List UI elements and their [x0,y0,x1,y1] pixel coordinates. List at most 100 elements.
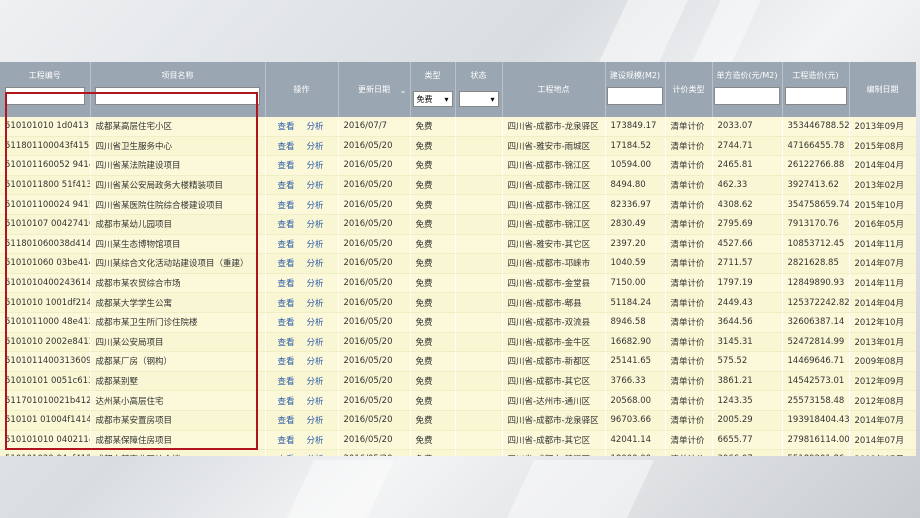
analyze-link[interactable]: 分析 [307,299,324,309]
analyze-link[interactable]: 分析 [307,338,324,348]
type-filter-select[interactable]: 免费 ▾ [412,91,453,107]
cell-unit: 4308.62 [712,194,783,215]
view-link[interactable]: 查看 [278,377,295,387]
view-link[interactable]: 查看 [278,161,295,171]
table-row[interactable]: 5101011400313609 成都某厂房（钢构） 查看 分析 2016/05/20 免… [0,351,916,372]
cell-type: 免费 [410,292,456,313]
cell-pricing: 清单计价 [665,332,713,353]
code-filter-input[interactable] [4,87,85,105]
view-link[interactable]: 查看 [278,436,295,446]
cost-filter-input[interactable] [784,87,847,105]
cell-status [455,449,503,456]
table-row[interactable]: 511801060038d414 四川某生态博物馆项目 查看 分析 2016/05/20… [0,234,916,255]
cell-prep: 2014年04月 [849,292,916,313]
analyze-link[interactable]: 分析 [307,240,324,250]
analyze-link[interactable]: 分析 [307,181,324,191]
table-row[interactable]: 511801100043f415 四川省卫生服务中心 查看 分析 2016/05/20 免… [0,136,916,157]
view-link[interactable]: 查看 [278,338,295,348]
view-link[interactable]: 查看 [278,181,295,191]
chevron-down-icon[interactable]: ⌄ [400,86,407,95]
cell-pricing: 清单计价 [665,253,713,274]
analyze-link[interactable]: 分析 [307,161,324,171]
analyze-link[interactable]: 分析 [307,259,324,269]
cell-date: 2016/05/20 [338,273,411,294]
cell-name: 成都某高层住宅小区 [90,117,266,137]
cell-type: 免费 [410,332,456,353]
cell-status [455,410,503,431]
analyze-link[interactable]: 分析 [307,142,324,152]
cell-unit: 6655.77 [712,430,783,451]
table-row[interactable]: 510101160052 9414 四川省某法院建设项目 查看 分析 2016/05/2… [0,155,916,176]
table-row[interactable]: 5101011800 51f413 四川省某公安局政务大楼精装项目 查看 分析 2016… [0,175,916,196]
table-row[interactable]: 51010101 0051c613 成都某别墅 查看 分析 2016/05/20 免费 四川… [0,371,916,392]
table-row[interactable]: 510101 01004f1414 成都市某安置房项目 查看 分析 2016/05/20… [0,410,916,431]
cell-location: 四川省-成都市-其它区 [502,371,606,392]
analyze-link[interactable]: 分析 [307,357,324,367]
analyze-link[interactable]: 分析 [307,436,324,446]
analyze-link[interactable]: 分析 [307,455,324,456]
view-link[interactable]: 查看 [278,318,295,328]
cell-location: 四川省-成都市-龙泉驿区 [502,410,606,431]
cell-prep: 2012年08月 [849,390,916,411]
view-link[interactable]: 查看 [278,357,295,367]
view-link[interactable]: 查看 [278,122,295,132]
row-actions: 查看 分析 [265,253,339,274]
cell-date: 2016/05/20 [338,410,411,431]
table-row[interactable]: 510101010 1d0413 成都某高层住宅小区 查看 分析 2016/07/7 免费… [0,117,916,137]
cell-status [455,117,503,137]
table-row[interactable]: 510101100024 9415 四川省某医院住院综合楼建设项目 查看 分析 2016… [0,194,916,215]
cell-prep: 2014年07月 [849,253,916,274]
view-link[interactable]: 查看 [278,220,295,230]
analyze-link[interactable]: 分析 [307,318,324,328]
project-table-container: 工程编号 项目名称 操作 更新日期 ⌄ 类型 免费 ▾ 状态 ▾ 工程地点 建设… [0,62,916,456]
table-row[interactable]: 5101010 1001df214 成都某大学学生公寓 查看 分析 2016/05/20… [0,292,916,313]
view-link[interactable]: 查看 [278,201,295,211]
view-link[interactable]: 查看 [278,416,295,426]
header-cost: 工程造价(元) [782,62,850,117]
row-actions: 查看 分析 [265,351,339,372]
scale-filter-input[interactable] [607,87,663,105]
view-link[interactable]: 查看 [278,240,295,250]
analyze-link[interactable]: 分析 [307,279,324,289]
cell-code: 5101011000 48e412 [0,312,91,333]
view-link[interactable]: 查看 [278,455,295,456]
name-filter-input[interactable] [95,87,260,105]
cell-date: 2016/05/20 [338,175,411,196]
header-cost-label: 工程造价(元) [792,71,839,80]
analyze-link[interactable]: 分析 [307,416,324,426]
cell-cost: 32606387.14 [782,312,850,333]
header-status: 状态 ▾ [455,62,503,117]
table-row[interactable]: 51010107 00427416 成都市某幼儿园项目 查看 分析 2016/05/20… [0,214,916,235]
table-row[interactable]: 510101010 0402114 成都某保障住房项目 查看 分析 2016/05/20… [0,430,916,451]
cell-scale: 82336.97 [605,194,666,215]
table-row[interactable]: 5101010400243614 成都市某农贸综合市场 查看 分析 2016/05/20… [0,273,916,294]
cell-cost: 193918404.43 [782,410,850,431]
cell-location: 四川省-雅安市-其它区 [502,234,606,255]
view-link[interactable]: 查看 [278,259,295,269]
cell-location: 四川省-成都市-金牛区 [502,332,606,353]
analyze-link[interactable]: 分析 [307,397,324,407]
unit-price-filter-input[interactable] [714,87,780,105]
status-filter-select[interactable]: ▾ [458,91,499,107]
header-date[interactable]: 更新日期 ⌄ [338,62,411,117]
view-link[interactable]: 查看 [278,397,295,407]
table-row[interactable]: 5101011000 48e412 成都市某卫生所门诊住院楼 查看 分析 2016/05… [0,312,916,333]
analyze-link[interactable]: 分析 [307,377,324,387]
view-link[interactable]: 查看 [278,299,295,309]
analyze-link[interactable]: 分析 [307,201,324,211]
cell-date: 2016/05/20 [338,449,411,456]
view-link[interactable]: 查看 [278,142,295,152]
table-row[interactable]: 511701010021b412 达州某小高层住宅 查看 分析 2016/05/20 免费… [0,390,916,411]
cell-date: 2016/05/20 [338,390,411,411]
table-row[interactable]: 510101020 04af412成都市某商业区综合楼查看 分析 2016/05/2… [0,449,916,456]
cell-type: 免费 [410,136,456,157]
analyze-link[interactable]: 分析 [307,220,324,230]
table-row[interactable]: 510101060 03be414 四川某综合文化活动站建设项目（重建） 查看 分析 2… [0,253,916,274]
cell-cost: 25573158.48 [782,390,850,411]
header-location-label: 工程地点 [537,85,570,94]
table-row[interactable]: 5101010 2002e8413 四川某公安局项目 查看 分析 2016/05/20 免… [0,332,916,353]
header-code: 工程编号 [0,62,91,117]
view-link[interactable]: 查看 [278,279,295,289]
cell-prep: 2015年08月 [849,136,916,157]
analyze-link[interactable]: 分析 [307,122,324,132]
